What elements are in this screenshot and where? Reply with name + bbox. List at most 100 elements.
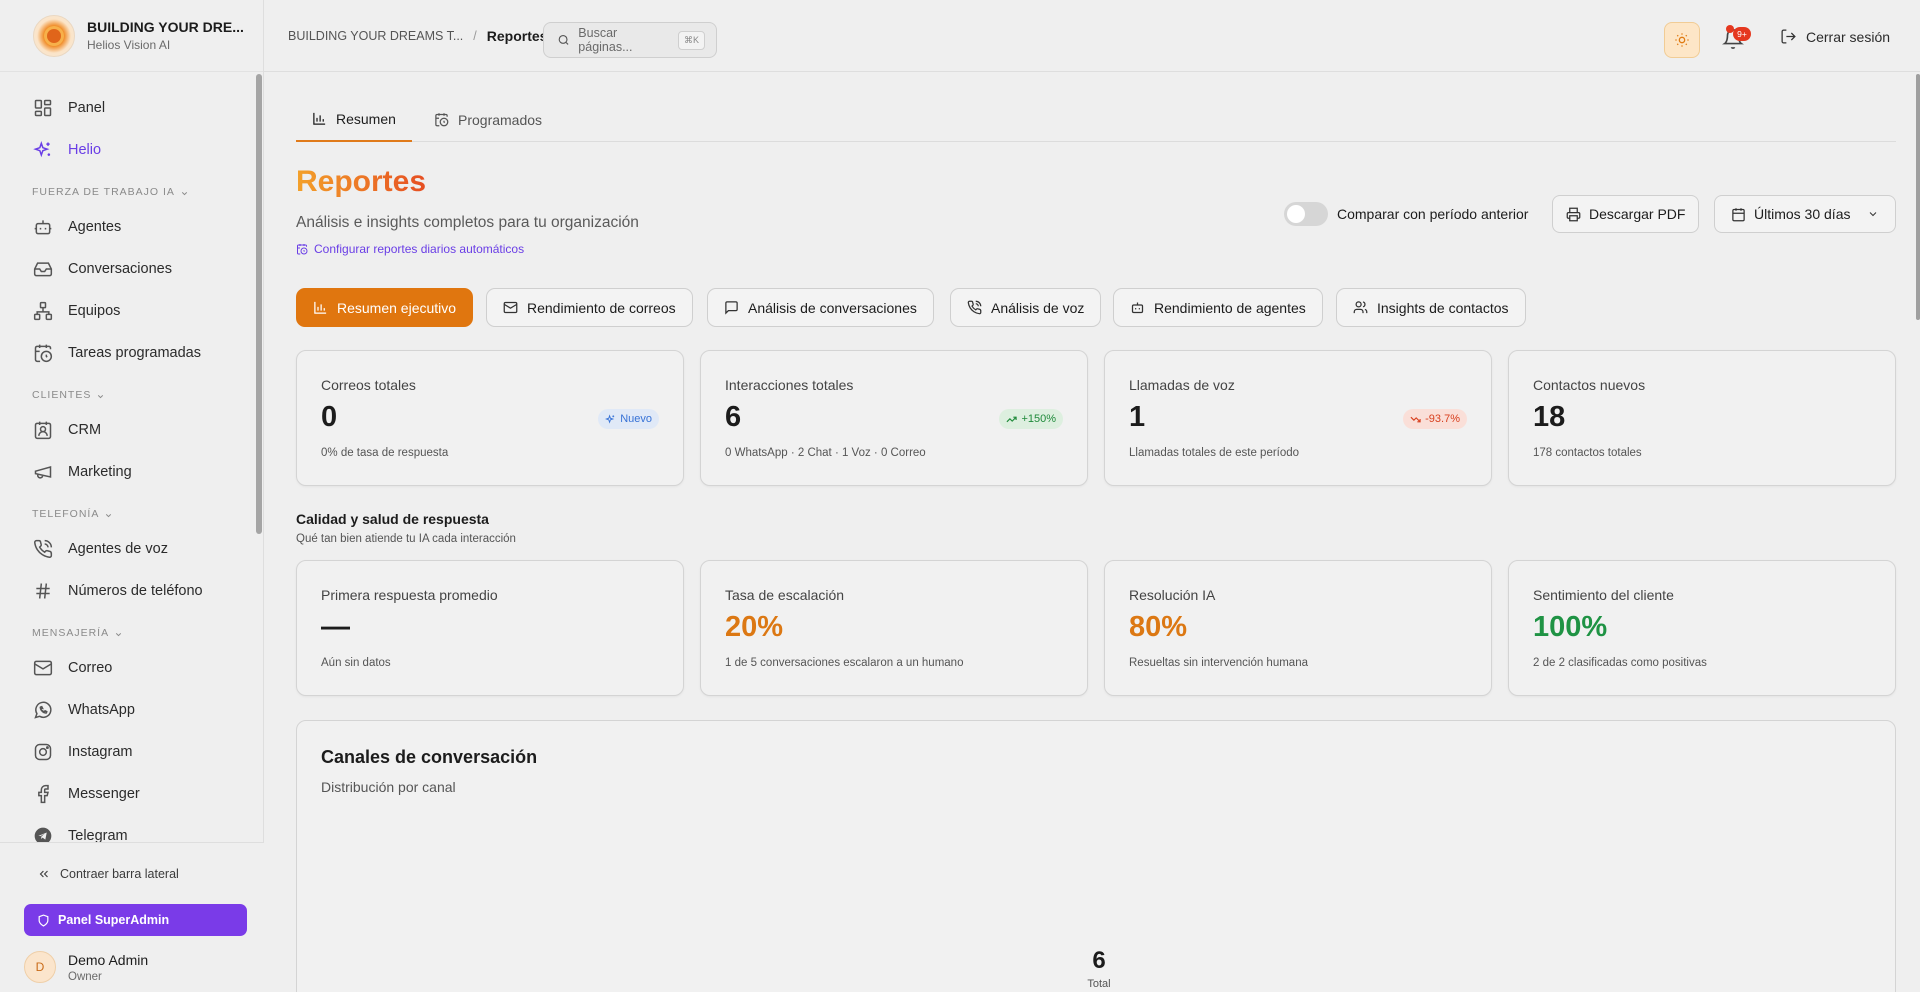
tab-resumen[interactable]: Resumen <box>296 97 412 142</box>
sidebar-item-panel[interactable]: Panel <box>0 87 256 129</box>
logout-button[interactable]: Cerrar sesión <box>1780 28 1890 45</box>
sidebar-item-numeros[interactable]: Números de teléfono <box>0 570 256 612</box>
brand-subtitle: Helios Vision AI <box>87 38 171 52</box>
logout-icon <box>1781 29 1796 44</box>
pill-label: Insights de contactos <box>1377 299 1509 316</box>
channels-card: Canales de conversación Distribución por… <box>296 720 1896 992</box>
quality-card-first-response: Primera respuesta promedio — Aún sin dat… <box>296 560 684 696</box>
contact-icon <box>34 421 52 440</box>
theme-toggle-button[interactable] <box>1664 22 1700 58</box>
message-square-icon <box>725 301 738 315</box>
sidebar-item-equipos[interactable]: Equipos <box>0 290 256 332</box>
users-icon <box>1353 301 1368 314</box>
sidebar-item-agentes[interactable]: Agentes <box>0 206 256 248</box>
phone-call-icon <box>967 300 982 315</box>
brand-header[interactable]: BUILDING YOUR DRE... Helios Vision AI <box>0 0 263 72</box>
avatar: D <box>24 951 56 983</box>
section-header-telefonia[interactable]: TELEFONÍA <box>0 493 256 528</box>
brand-name: BUILDING YOUR DRE... <box>87 19 244 35</box>
sidebar-item-agentes-de-voz[interactable]: Agentes de voz <box>0 528 256 570</box>
tab-resumen-ejecutivo[interactable]: Resumen ejecutivo <box>296 288 474 327</box>
tab-rendimiento-agentes[interactable]: Rendimiento de agentes <box>1113 288 1323 327</box>
trend-badge: +150% <box>999 409 1063 429</box>
metric-note: Aún sin datos <box>321 657 391 669</box>
sidebar-scrollbar[interactable] <box>256 74 262 534</box>
configure-daily-reports-link[interactable]: Configurar reportes diarios automáticos <box>296 242 524 256</box>
tab-label: Resumen <box>336 110 396 127</box>
badge-text: +150% <box>1021 413 1056 425</box>
sidebar-item-label: Agentes de voz <box>68 541 168 557</box>
sidebar-item-crm[interactable]: CRM <box>0 409 256 451</box>
tab-insights-contactos[interactable]: Insights de contactos <box>1336 288 1526 327</box>
dashboard-icon <box>34 99 52 117</box>
trending-down-icon <box>1410 416 1421 422</box>
bot-icon <box>34 220 52 235</box>
sidebar-item-conversaciones[interactable]: Conversaciones <box>0 248 256 290</box>
trending-up-icon <box>1006 416 1018 422</box>
whatsapp-icon <box>34 701 52 719</box>
metric-note: 1 de 5 conversaciones escalaron a un hum… <box>725 657 964 669</box>
section-header-workforce[interactable]: FUERZA DE TRABAJO IA <box>0 171 256 206</box>
status-badge: Nuevo <box>598 409 659 429</box>
shield-icon <box>38 913 49 927</box>
kpi-label: Interacciones totales <box>725 377 854 393</box>
sidebar-item-helio[interactable]: Helio <box>0 129 256 171</box>
network-icon <box>33 301 53 321</box>
chevron-down-icon <box>1869 212 1877 217</box>
section-title: MENSAJERÍA <box>32 627 110 639</box>
pill-label: Resumen ejecutivo <box>337 299 457 316</box>
superadmin-panel-button[interactable]: Panel SuperAdmin <box>24 904 247 936</box>
bot-icon <box>1131 302 1144 314</box>
donut-total-value: 6 <box>1092 947 1106 974</box>
sidebar-item-label: WhatsApp <box>68 702 135 718</box>
quality-card-sentiment: Sentimiento del cliente 100% 2 de 2 clas… <box>1508 560 1896 696</box>
kpi-note: 0 WhatsApp · 2 Chat · 1 Voz · 0 Correo <box>725 447 926 459</box>
main-scrollbar[interactable] <box>1916 74 1920 320</box>
notification-badge: 9+ <box>1733 27 1751 41</box>
tab-analisis-conversaciones[interactable]: Análisis de conversaciones <box>707 288 934 327</box>
metric-value: — <box>321 611 350 643</box>
section-header-mensajeria[interactable]: MENSAJERÍA <box>0 612 256 647</box>
sparkles-icon <box>605 413 615 424</box>
tab-label: Programados <box>458 111 543 128</box>
collapse-label: Contraer barra lateral <box>60 867 179 881</box>
sun-icon <box>1675 33 1689 47</box>
sidebar-item-correo[interactable]: Correo <box>0 647 256 689</box>
search-input[interactable]: Buscar páginas... ⌘K <box>543 22 717 58</box>
config-link-label: Configurar reportes diarios automáticos <box>314 242 525 256</box>
sidebar-item-label: Conversaciones <box>68 261 172 277</box>
download-pdf-button[interactable]: Descargar PDF <box>1552 195 1700 233</box>
tab-rendimiento-correos[interactable]: Rendimiento de correos <box>486 288 693 327</box>
breadcrumb-parent[interactable]: BUILDING YOUR DREAMS T... <box>288 29 463 43</box>
metric-value: 20% <box>725 611 784 643</box>
user-profile[interactable]: D Demo Admin Owner <box>24 951 148 983</box>
tab-analisis-voz[interactable]: Análisis de voz <box>950 288 1102 327</box>
tab-programados[interactable]: Programados <box>426 97 550 142</box>
kpi-label: Correos totales <box>321 377 416 393</box>
sidebar-item-marketing[interactable]: Marketing <box>0 451 256 493</box>
date-range-select[interactable]: Últimos 30 días <box>1714 195 1896 233</box>
sidebar-item-whatsapp[interactable]: WhatsApp <box>0 689 256 731</box>
compare-toggle[interactable] <box>1284 202 1328 226</box>
search-icon <box>558 35 569 45</box>
sidebar-item-instagram[interactable]: Instagram <box>0 731 256 773</box>
quality-card-resolution: Resolución IA 80% Resueltas sin interven… <box>1104 560 1492 696</box>
sidebar-item-messenger[interactable]: Messenger <box>0 773 256 815</box>
megaphone-icon <box>34 466 52 479</box>
quality-section-title: Calidad y salud de respuesta <box>296 511 489 527</box>
section-header-clientes[interactable]: CLIENTES <box>0 374 256 409</box>
user-role: Owner <box>68 970 102 983</box>
inbox-icon <box>33 262 53 277</box>
sidebar-item-label: Marketing <box>68 464 132 480</box>
badge-text: -93.7% <box>1425 413 1460 425</box>
report-mode-tabs: Resumen Programados <box>296 97 1896 142</box>
metric-label: Primera respuesta promedio <box>321 587 498 603</box>
sidebar-item-tareas-programadas[interactable]: Tareas programadas <box>0 332 256 374</box>
logout-label: Cerrar sesión <box>1806 28 1891 45</box>
sidebar: BUILDING YOUR DRE... Helios Vision AI Pa… <box>0 0 264 992</box>
mail-icon <box>503 301 518 314</box>
brand-logo <box>33 14 75 57</box>
sparkles-icon <box>33 141 51 158</box>
sidebar-item-telegram[interactable]: Telegram <box>0 815 256 842</box>
collapse-sidebar-button[interactable]: Contraer barra lateral <box>37 867 179 881</box>
